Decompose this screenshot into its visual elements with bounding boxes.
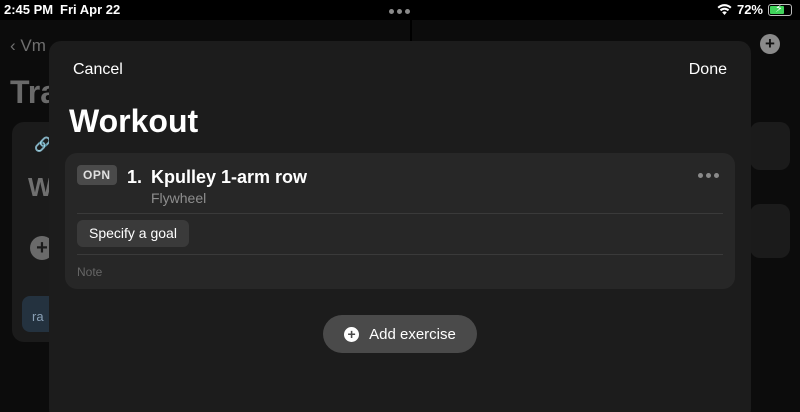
background-back-label: Vm (20, 36, 46, 55)
charging-bolt-icon: ⚡ (775, 2, 783, 15)
specify-goal-button[interactable]: Specify a goal (77, 220, 189, 247)
exercise-name[interactable]: Kpulley 1-arm row (151, 167, 307, 188)
background-back-link: ‹ Vm (10, 36, 46, 55)
wifi-icon (717, 3, 732, 15)
cancel-button[interactable]: Cancel (73, 61, 123, 79)
status-bar: 2:45 PM Fri Apr 22 72% ⚡ (0, 0, 800, 20)
divider (77, 254, 723, 255)
exercise-card: OPN 1. Kpulley 1-arm row Flywheel Specif… (65, 153, 735, 289)
add-exercise-label: Add exercise (369, 325, 456, 343)
battery-percent: 72% (736, 2, 763, 17)
exercise-badge[interactable]: OPN (77, 165, 117, 185)
note-field[interactable] (77, 261, 717, 283)
done-button[interactable]: Done (689, 61, 727, 79)
add-exercise-button[interactable]: + Add exercise (323, 315, 477, 353)
status-time: 2:45 PM (4, 2, 54, 17)
status-right: 72% ⚡ (717, 2, 792, 17)
plus-circle-icon: + (344, 326, 360, 342)
multitasking-dots-icon[interactable] (389, 9, 410, 14)
background-right-card (750, 204, 790, 258)
background-right-card (750, 122, 790, 170)
battery-icon: ⚡ (768, 2, 792, 16)
exercise-number: 1. (127, 167, 143, 187)
background-add-icon: + (760, 34, 780, 54)
workout-sheet: Cancel Done Workout OPN 1. Kpulley 1-arm… (49, 41, 751, 412)
page-title: Workout (69, 103, 199, 139)
status-date: Fri Apr 22 (60, 2, 121, 17)
divider (77, 213, 723, 214)
exercise-equipment: Flywheel (151, 190, 207, 206)
more-options-icon[interactable] (698, 173, 719, 178)
link-icon: 🔗 (34, 136, 52, 152)
